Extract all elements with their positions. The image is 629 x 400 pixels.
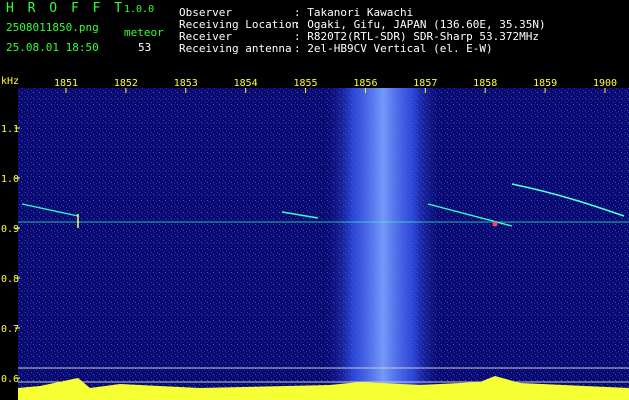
app-version: 1.0.0 — [124, 4, 155, 15]
file-name: 2508011850.png — [6, 21, 99, 34]
x-tick-label: 1856 — [353, 78, 377, 89]
x-tick-label: 1853 — [174, 78, 198, 89]
header-panel: H R O F F T 1.0.0 2508011850.png meteor … — [0, 0, 629, 72]
x-tick-label: 1851 — [54, 78, 78, 89]
x-tick-label: 1859 — [533, 78, 557, 89]
info-label-antenna: Receiving antenna — [179, 42, 292, 55]
noise-band — [322, 88, 444, 400]
x-tick-label: 1858 — [473, 78, 497, 89]
x-tick-label: 1854 — [234, 78, 258, 89]
y-axis-unit: kHz — [1, 76, 19, 87]
x-tick-label: 1857 — [413, 78, 437, 89]
x-tick-label: 1852 — [114, 78, 138, 89]
x-tick-label: 1900 — [593, 78, 617, 89]
spectrogram: 1851 1852 1853 1854 1855 1856 1857 1858 1859 1900… — [1, 76, 629, 400]
capture-datetime: 25.08.01 18:50 — [6, 41, 99, 54]
y-tick-label: 0.8 — [1, 274, 19, 285]
meteor-echo-hotspot — [492, 221, 498, 227]
meteor-label: meteor — [124, 26, 164, 39]
app-name: H R O F F T — [6, 1, 126, 16]
x-tick-label: 1855 — [294, 78, 318, 89]
meteor-count: 53 — [138, 41, 152, 54]
y-tick-label: 0.9 — [1, 224, 19, 235]
y-tick-label: 0.7 — [1, 324, 19, 335]
info-value-antenna: : 2el-HB9CV Vertical (el. E-W) — [294, 42, 493, 55]
y-axis: 1.1 1.0 0.9 0.8 0.7 0.6 — [1, 124, 20, 385]
y-tick-label: 0.6 — [1, 374, 19, 385]
y-tick-label: 1.1 — [1, 124, 19, 135]
y-tick-label: 1.0 — [1, 174, 19, 185]
